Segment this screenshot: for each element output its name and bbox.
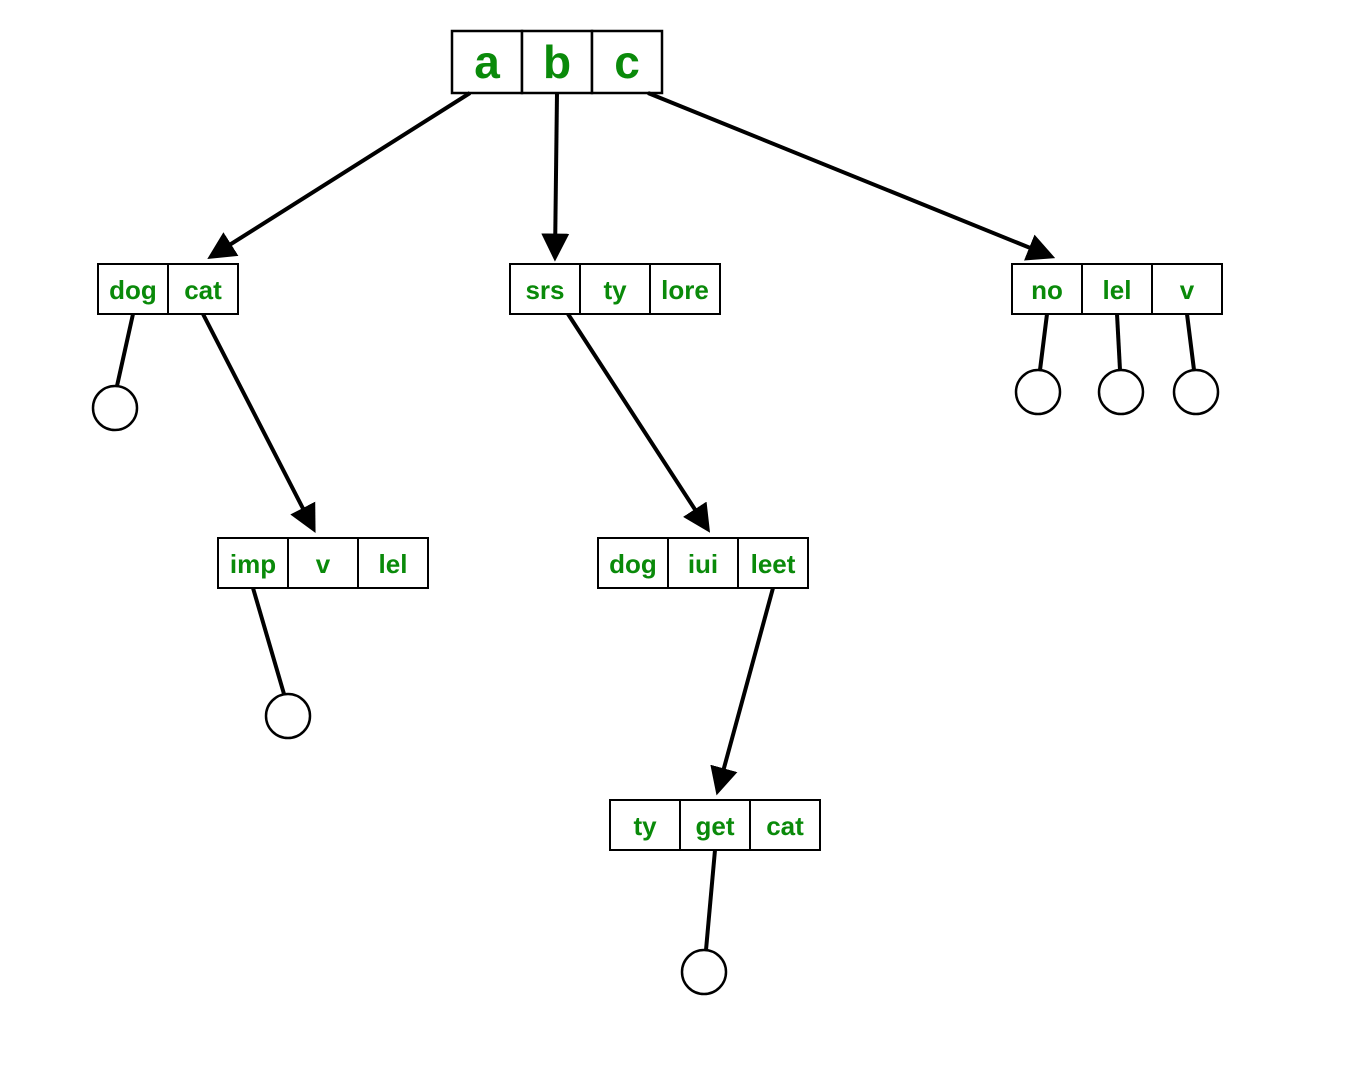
leaf-left-dog [93, 386, 137, 430]
dil-cell-1: iui [688, 549, 718, 579]
node-left: dog cat [98, 264, 238, 314]
node-mid: srs ty lore [510, 264, 720, 314]
leaf-right-no [1016, 370, 1060, 414]
mid-cell-0: srs [525, 275, 564, 305]
edge-right-lel-leaf [1117, 314, 1120, 370]
dil-cell-0: dog [609, 549, 657, 579]
edge-right-v-leaf [1187, 314, 1194, 370]
edge-srs-child [568, 314, 707, 528]
root-cell-0: a [474, 36, 500, 88]
ivl-cell-0: imp [230, 549, 276, 579]
right-cell-1: lel [1103, 275, 1132, 305]
edge-root-to-right [648, 93, 1050, 256]
root-cell-2: c [614, 36, 640, 88]
node-right: no lel v [1012, 264, 1222, 314]
tree-diagram: a b c dog cat imp v lel srs ty lore [0, 0, 1359, 1080]
leaf-right-lel [1099, 370, 1143, 414]
tgc-cell-2: cat [766, 811, 804, 841]
node-imp-v-lel: imp v lel [218, 538, 428, 588]
leaf-get [682, 950, 726, 994]
edge-root-to-left [212, 93, 470, 256]
edge-get-leaf [706, 850, 715, 950]
edge-left-cat-child [203, 314, 313, 528]
root-cell-1: b [543, 36, 571, 88]
node-root: a b c [452, 31, 662, 93]
edge-root-to-mid [555, 93, 557, 256]
leaf-imp [266, 694, 310, 738]
leaf-right-v [1174, 370, 1218, 414]
edge-leet-child [718, 588, 773, 790]
edge-right-no-leaf [1040, 314, 1047, 370]
dil-cell-2: leet [751, 549, 796, 579]
tgc-cell-1: get [696, 811, 735, 841]
right-cell-0: no [1031, 275, 1063, 305]
left-cell-0: dog [109, 275, 157, 305]
node-ty-get-cat: ty get cat [610, 800, 820, 850]
edge-left-dog-leaf [117, 314, 133, 386]
mid-cell-1: ty [603, 275, 627, 305]
edge-imp-leaf [253, 588, 284, 694]
right-cell-2: v [1180, 275, 1195, 305]
ivl-cell-2: lel [379, 549, 408, 579]
ivl-cell-1: v [316, 549, 331, 579]
mid-cell-2: lore [661, 275, 709, 305]
tgc-cell-0: ty [633, 811, 657, 841]
node-dog-iui-leet: dog iui leet [598, 538, 808, 588]
left-cell-1: cat [184, 275, 222, 305]
